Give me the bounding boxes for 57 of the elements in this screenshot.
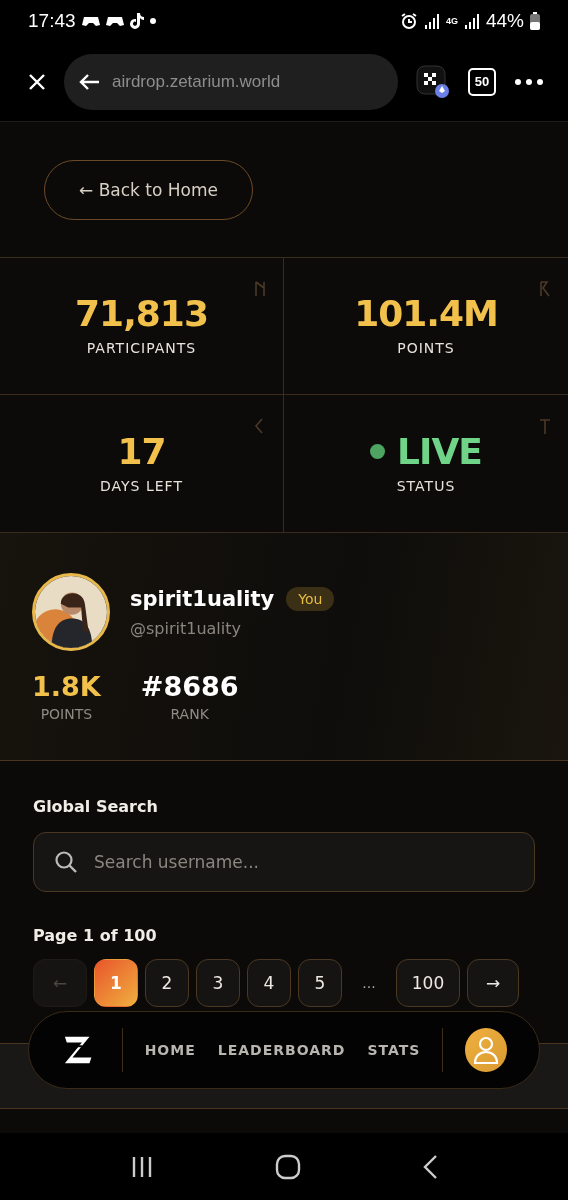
alarm-icon [399,12,418,30]
network-type: 4G [445,16,458,26]
stat-label: STATUS [396,477,456,494]
user-icon [473,1036,500,1064]
you-badge: You [286,586,335,611]
more-menu-button[interactable] [514,77,544,86]
url-text: airdrop.zetarium.world [112,71,281,92]
rune-icon [253,280,267,298]
rune-icon [538,280,552,298]
search-field[interactable]: Search username... [33,832,535,892]
next-page-button[interactable]: → [467,959,519,1007]
page-button[interactable]: 3 [196,959,240,1007]
profile-button[interactable] [465,1028,507,1072]
rune-icon [538,417,552,435]
signal-icon [463,13,480,29]
profile-stat-value: #8686 [140,671,239,702]
profile-stat-label: POINTS [40,706,93,722]
home-button[interactable] [275,1153,301,1180]
page-button[interactable]: 100 [396,959,460,1007]
page-button[interactable]: 5 [298,959,342,1007]
address-field[interactable]: airdrop.zetarium.world [64,53,398,110]
back-arrow-icon[interactable] [78,72,100,91]
signal-icon [423,13,440,29]
page-summary: Page 1 of 100 [33,926,158,945]
stat-value: LIVE [397,433,482,470]
profile-stat-value: 1.8K [32,671,101,702]
notification-dot-icon [149,18,156,24]
music-note-icon [129,12,144,30]
stat-label: POINTS [397,340,455,356]
battery-percent: 44% [485,10,524,32]
game-controller-icon [105,14,124,28]
game-controller-icon [81,14,100,28]
stat-value: 101.4M [354,296,498,332]
page-button[interactable]: 2 [145,959,189,1007]
status-dot [370,444,386,459]
stat-value: 71,813 [75,296,208,332]
username: spirit1uality [130,586,275,611]
tab-count-button[interactable]: 50 [468,67,496,96]
back-button[interactable] [421,1153,438,1180]
stat-label: PARTICIPANTS [86,340,197,356]
close-button[interactable] [28,72,46,91]
battery-icon [530,12,540,30]
section-title: Global Search [33,797,159,816]
search-input[interactable]: Search username... [92,851,514,873]
nav-link[interactable]: STATS [367,1042,421,1058]
stat-label: DAYS LEFT [100,477,183,494]
logo-icon [63,1034,94,1066]
wallet-button[interactable] [416,64,450,99]
nav-link[interactable]: HOME [144,1042,196,1058]
search-icon [54,850,78,874]
user-handle: @spirit1uality [130,618,242,638]
profile-stat-label: RANK [170,706,209,722]
pagination-ellipsis: ... [361,975,377,991]
page-button[interactable]: 4 [247,959,291,1007]
status-time: 17:43 [28,10,76,32]
nav-link[interactable]: LEADERBOARD [217,1042,346,1058]
stat-value: 17 [117,433,166,470]
